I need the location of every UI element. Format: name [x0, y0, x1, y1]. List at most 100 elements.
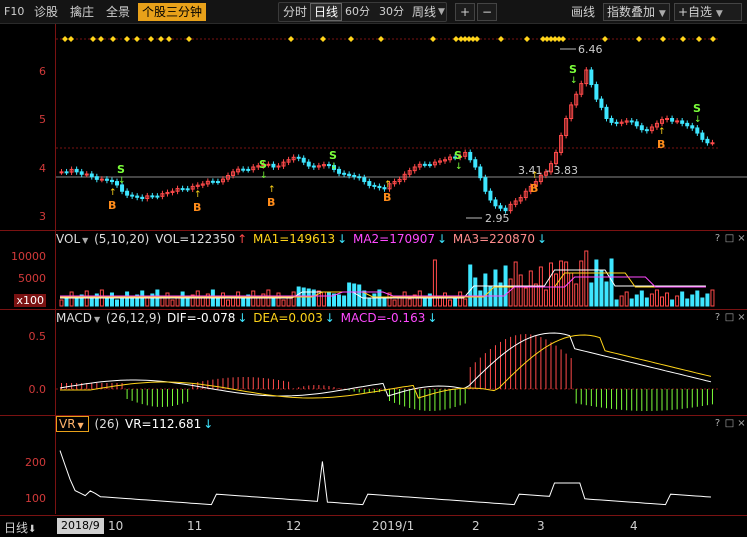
signal-marker [430, 36, 436, 42]
candle-body [104, 178, 109, 181]
signal-marker [636, 36, 642, 42]
candle-body [271, 163, 276, 168]
tab-weekly[interactable]: 周线 [412, 3, 436, 21]
sell-arrow-icon: ↓ [694, 115, 702, 125]
volume-bar [559, 260, 564, 307]
zoom-in-button[interactable]: + [455, 3, 475, 21]
volume-bar [649, 293, 654, 307]
volume-bar [629, 298, 634, 307]
add-watchlist-dropdown[interactable]: +自选 ▼ [674, 3, 742, 21]
volume-bar [109, 292, 114, 307]
candle-body [266, 163, 271, 166]
volume-bar [675, 295, 680, 307]
date-axis-bar: 日线⬇ 2018/9 10 11 12 2019/1 2 3 4 [0, 515, 747, 537]
macd-chart[interactable] [0, 310, 747, 415]
sell-arrow-icon: ↓ [570, 76, 578, 86]
zoom-out-button[interactable]: − [477, 3, 497, 21]
volume-panel[interactable]: VOL ▼ (5,10,20) VOL=122350 ↑ MA1=149613 ↓ M… [0, 231, 747, 309]
volume-bar [236, 291, 241, 307]
candle-body [473, 159, 478, 168]
volume-bar [200, 297, 205, 307]
volume-bar [680, 291, 685, 307]
signal-marker [320, 36, 326, 42]
candle-body [488, 190, 493, 201]
tab-daily[interactable]: 日线 [310, 3, 343, 21]
weekly-dropdown-chevron-icon[interactable]: ▼ [438, 3, 445, 21]
volume-bar [432, 259, 437, 307]
low-price-label: 2.95 [485, 212, 510, 225]
signal-marker [166, 36, 172, 42]
month-label: 12 [286, 519, 302, 533]
tab-30min[interactable]: 30分 [379, 3, 404, 21]
volume-bar [700, 297, 705, 307]
signal-marker [560, 36, 566, 42]
candle-body [427, 164, 432, 167]
vr-panel[interactable]: VR ▼ (26) VR=112.681 ↓ ? □ × 200 100 [0, 416, 747, 515]
sell-signal: S [329, 149, 337, 162]
minute-chart-button[interactable]: 个股三分钟 [138, 3, 207, 21]
candle-body [296, 156, 301, 159]
vr-line [59, 450, 712, 506]
vr-chart[interactable] [0, 416, 747, 515]
signal-marker [660, 36, 666, 42]
candle-body [639, 125, 644, 131]
candle-body [710, 142, 715, 145]
draw-line-button[interactable]: 画线 [571, 3, 595, 21]
candle-body [276, 165, 281, 168]
macd-panel[interactable]: MACD ▼ (26,12,9) DIF=-0.078 ↓ DEA=0.003 ↓ M… [0, 310, 747, 415]
volume-bar [659, 296, 664, 307]
period-selector[interactable]: 日线⬇ [4, 519, 36, 536]
volume-bar [478, 290, 483, 307]
volume-bar [392, 299, 397, 307]
candle-body [493, 199, 498, 207]
month-label: 2 [472, 519, 480, 533]
candle-body [629, 120, 634, 123]
sell-arrow-icon: ↓ [118, 176, 126, 186]
signal-marker [124, 36, 130, 42]
signal-marker [498, 36, 504, 42]
buy-signal: B [193, 201, 201, 214]
candle-body [634, 121, 639, 127]
diagnose-button[interactable]: 诊股 [34, 3, 58, 21]
panorama-button[interactable]: 全景 [106, 3, 130, 21]
candle-body [94, 176, 99, 180]
candle-body [185, 188, 190, 191]
stock-chart-app: F10 诊股 擒庄 全景 个股三分钟 分时 日线 60分 30分 周线 ▼ + … [0, 0, 747, 537]
range-price-label: 3.41 - 3.83 [518, 164, 578, 177]
down-arrow-icon: ⬇ [28, 524, 37, 535]
volume-bar [543, 289, 548, 307]
month-label: 11 [187, 519, 203, 533]
sell-arrow-icon: ↓ [260, 171, 268, 181]
candle-body [372, 184, 377, 187]
volume-bar [59, 299, 64, 307]
buy-signal: B [108, 199, 116, 212]
candle-body [135, 195, 140, 198]
price-panel[interactable]: 6 5 4 3 ↑ B ↑ B ↑ B ↑ B ↑ B ↑ B S ↓ S ↓ S ↓ S ↓ S ↓ S ↓ 6.46 2.… [0, 25, 747, 230]
buy-signal: B [267, 196, 275, 209]
volume-bar [644, 297, 649, 307]
candle-body [675, 120, 680, 123]
sell-arrow-icon: ↓ [455, 162, 463, 172]
volume-bar [513, 261, 518, 307]
candle-body [478, 166, 483, 179]
strategy-button[interactable]: 擒庄 [70, 3, 94, 21]
f10-button[interactable]: F10 [4, 3, 24, 21]
volume-bar [74, 298, 79, 307]
volume-bar [639, 290, 644, 307]
candle-body [215, 181, 220, 184]
candlestick-chart[interactable]: ↑B↑B↑B↑B↑B↑BS↓S↓S↓S↓S↓S↓ [0, 25, 747, 230]
volume-bar [220, 292, 225, 307]
volume-bar [125, 291, 130, 307]
volume-bar [281, 299, 286, 307]
volume-bar [352, 283, 357, 307]
volume-bar [89, 297, 94, 307]
volume-chart[interactable] [0, 231, 747, 309]
tab-60min[interactable]: 60分 [345, 3, 370, 21]
tab-intraday[interactable]: 分时 [283, 3, 307, 21]
add-watchlist-label: +自选 [678, 5, 713, 19]
candle-body [498, 205, 503, 209]
candle-body [685, 122, 690, 127]
index-overlay-dropdown[interactable]: 指数叠加 ▼ [603, 3, 670, 21]
volume-bar [448, 299, 453, 307]
candle-body [74, 168, 79, 173]
